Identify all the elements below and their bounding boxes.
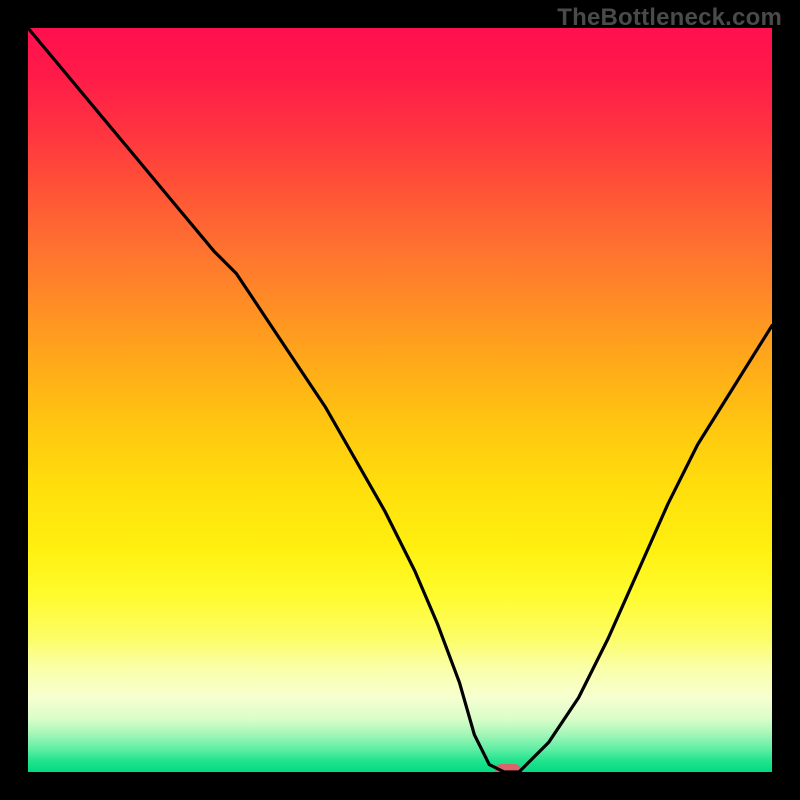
plot-area	[28, 28, 772, 772]
watermark-text: TheBottleneck.com	[557, 4, 782, 32]
chart-frame: TheBottleneck.com	[0, 0, 800, 800]
bottleneck-curve	[28, 28, 772, 772]
